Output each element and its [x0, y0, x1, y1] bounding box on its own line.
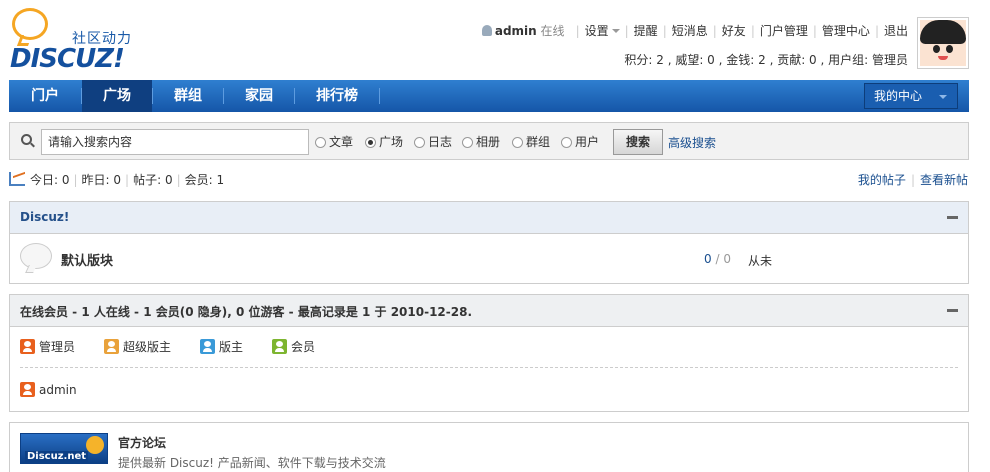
super-moderator-user-icon: [104, 339, 119, 354]
my-posts-link[interactable]: 我的帖子: [858, 173, 906, 187]
portal-admin-link[interactable]: 门户管理: [760, 24, 808, 38]
settings-menu[interactable]: 设置: [585, 24, 620, 38]
admin-user-icon: [20, 339, 35, 354]
main-nav: 门户 广场 群组 家园 排行榜: [9, 80, 969, 112]
search-type-blog[interactable]: 日志: [414, 135, 452, 149]
online-title[interactable]: 在线会员 - 1 人在线 - 1 会员(0 隐身), 0 位游客 - 最高记录是…: [20, 303, 472, 320]
forum-last-post: 从未: [748, 254, 773, 268]
logo-text: Discuz.net: [25, 451, 89, 462]
legend-admin: 管理员: [20, 339, 75, 355]
notifications-link[interactable]: 提醒: [634, 24, 658, 38]
my-center-dropdown[interactable]: 我的中心: [864, 83, 958, 109]
discuz-logo[interactable]: 社区动力 DISCUZ!: [8, 6, 148, 76]
search-bar: 请输入搜索内容 文章 广场 日志 相册 群组 用户 搜索 高级搜索: [9, 122, 969, 160]
speech-bubble-icon: [12, 8, 48, 40]
online-members-box: 在线会员 - 1 人在线 - 1 会员(0 隐身), 0 位游客 - 最高记录是…: [9, 294, 969, 412]
logo-wordmark: DISCUZ!: [10, 44, 125, 74]
moderator-user-icon: [200, 339, 215, 354]
friends-link[interactable]: 好友: [722, 24, 746, 38]
stat-yesterday: 昨日: 0: [81, 173, 122, 187]
category-header: Discuz!: [10, 202, 968, 234]
legend-moderator: 版主: [200, 339, 243, 355]
avatar[interactable]: [917, 17, 969, 69]
stat-links: 我的帖子 | 查看新帖: [857, 173, 968, 187]
admin-center-link[interactable]: 管理中心: [822, 24, 870, 38]
header: 社区动力 DISCUZ! admin 在线 | 设置 | 提醒 | 短消息 | 好友 | 门户管理 |…: [0, 0, 990, 80]
my-center-label: 我的中心: [874, 89, 923, 103]
legend-member: 会员: [272, 339, 315, 355]
collapse-icon[interactable]: [947, 216, 958, 219]
nav-item-home[interactable]: 家园: [224, 80, 294, 112]
messages-link[interactable]: 短消息: [672, 24, 708, 38]
forum-posts: 0: [723, 252, 731, 266]
advanced-search-link[interactable]: 高级搜索: [668, 134, 716, 151]
stat-members: 会员: 1: [184, 173, 225, 187]
search-button[interactable]: 搜索: [613, 129, 663, 155]
friend-links-box: Discuz.net 官方论坛 提供最新 Discuz! 产品新闻、软件下载与技…: [9, 422, 969, 472]
forum-stats: 今日: 0 | 昨日: 0 | 帖子: 0 | 会员: 1: [9, 172, 224, 188]
username-link[interactable]: admin: [495, 24, 537, 38]
forum-threads: 0: [704, 252, 712, 266]
legend-super-moderator: 超级版主: [104, 339, 171, 355]
forum-name[interactable]: 默认版块: [61, 250, 113, 269]
search-icon: [21, 134, 32, 145]
forum-row: 默认版块 0 / 0 从未: [10, 234, 968, 284]
admin-user-icon: [20, 382, 35, 397]
logout-link[interactable]: 退出: [884, 24, 908, 38]
nav-item-square[interactable]: 广场: [82, 80, 152, 112]
search-input[interactable]: 请输入搜索内容: [41, 129, 309, 155]
nav-item-ranking[interactable]: 排行榜: [295, 80, 379, 112]
user-credits[interactable]: 积分: 2 , 威望: 0 , 金钱: 2 , 贡献: 0 , 用户组: 管理员: [624, 51, 908, 68]
chevron-down-icon: [939, 95, 947, 99]
search-type-article[interactable]: 文章: [315, 135, 353, 149]
official-forum-desc: 提供最新 Discuz! 产品新闻、软件下载与技术交流: [118, 456, 386, 470]
chevron-down-icon: [611, 29, 620, 33]
divider: [20, 367, 958, 368]
new-posts-link[interactable]: 查看新帖: [920, 173, 968, 187]
collapse-icon[interactable]: [947, 309, 958, 312]
category-title[interactable]: Discuz!: [20, 210, 69, 224]
search-type-square[interactable]: 广场: [365, 135, 403, 149]
category-box: Discuz! 默认版块 0 / 0 从未: [9, 201, 969, 284]
online-header: 在线会员 - 1 人在线 - 1 会员(0 隐身), 0 位游客 - 最高记录是…: [10, 295, 968, 327]
forum-thread-post-count: 0 / 0: [704, 252, 731, 266]
user-icon: [481, 25, 492, 36]
forum-bubble-icon: [20, 243, 52, 269]
search-type-album[interactable]: 相册: [462, 135, 500, 149]
member-user-icon: [272, 339, 287, 354]
official-forum-link[interactable]: 官方论坛: [118, 434, 166, 451]
stats-chart-icon: [9, 172, 25, 186]
nav-item-groups[interactable]: 群组: [153, 80, 223, 112]
discuz-net-logo[interactable]: Discuz.net: [20, 433, 108, 464]
stat-today: 今日: 0: [30, 173, 70, 187]
online-status: 在线: [540, 24, 565, 38]
user-toolbar: admin 在线 | 设置 | 提醒 | 短消息 | 好友 | 门户管理 | 管理中心 | 退出: [481, 22, 908, 39]
online-user[interactable]: admin: [20, 382, 77, 398]
avatar-image: [920, 20, 966, 66]
nav-item-portal[interactable]: 门户: [9, 80, 81, 112]
star-icon: [86, 436, 104, 454]
search-type-user[interactable]: 用户: [561, 135, 599, 149]
search-type-group[interactable]: 群组: [512, 135, 550, 149]
stat-posts: 帖子: 0: [133, 173, 173, 187]
